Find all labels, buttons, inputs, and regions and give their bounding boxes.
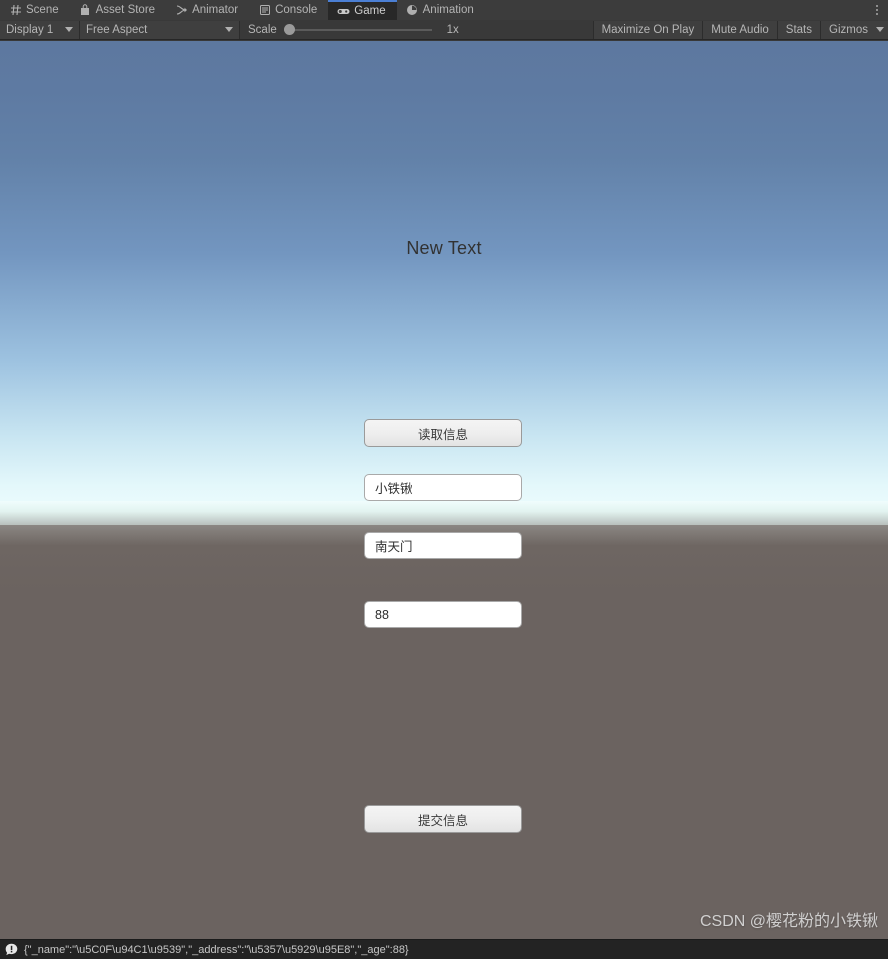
- mute-audio-label: Mute Audio: [711, 23, 769, 36]
- read-info-button-label: 读取信息: [417, 427, 468, 442]
- status-message: {"_name":"\u5C0F\u94C1\u9539","_address"…: [24, 943, 409, 956]
- horizon-haze: [0, 501, 888, 527]
- name-field-value: 小铁锹: [375, 482, 413, 496]
- tab-bar-spacer: [484, 0, 866, 20]
- aspect-ratio-select[interactable]: Free Aspect: [80, 20, 240, 39]
- watermark-text: CSDN @樱花粉的小铁锹: [699, 913, 878, 930]
- unity-game-window: Scene Asset Store Animator Console Game …: [0, 0, 888, 959]
- tab-game-label: Game: [354, 5, 386, 17]
- chevron-down-icon: [876, 27, 884, 32]
- aspect-ratio-label: Free Aspect: [86, 23, 148, 36]
- tab-animator-label: Animator: [192, 4, 239, 16]
- error-icon: [5, 943, 18, 956]
- address-field[interactable]: 南天门: [364, 532, 522, 559]
- address-field-value: 南天门: [375, 540, 413, 554]
- tab-game[interactable]: Game: [328, 0, 397, 20]
- ground-plane: [0, 525, 888, 939]
- animator-icon: [175, 4, 188, 17]
- submit-info-button[interactable]: 提交信息: [364, 805, 522, 833]
- console-icon: [258, 4, 271, 17]
- submit-info-button-label: 提交信息: [417, 813, 468, 828]
- tab-animation-label: Animation: [422, 4, 474, 16]
- tab-console[interactable]: Console: [249, 0, 329, 20]
- display-select-label: Display 1: [6, 23, 54, 36]
- status-bar[interactable]: {"_name":"\u5C0F\u94C1\u9539","_address"…: [0, 939, 888, 959]
- toolbar-right-group: Maximize On Play Mute Audio Stats Gizmos: [592, 20, 888, 39]
- tab-animator[interactable]: Animator: [166, 0, 250, 20]
- heading-text: New Text: [406, 238, 482, 258]
- gizmos-button[interactable]: Gizmos: [820, 20, 888, 39]
- display-select[interactable]: Display 1: [0, 20, 80, 39]
- tab-scene[interactable]: Scene: [0, 0, 70, 20]
- scale-slider[interactable]: [283, 23, 432, 37]
- tab-asset-store-label: Asset Store: [95, 4, 156, 16]
- scale-value: 1x: [446, 23, 459, 36]
- stats-label: Stats: [785, 23, 813, 36]
- age-field-value: 88: [375, 607, 389, 622]
- scale-label: Scale: [248, 23, 277, 36]
- grid-icon: [9, 4, 22, 17]
- mute-audio-button[interactable]: Mute Audio: [702, 20, 777, 39]
- editor-tab-bar: Scene Asset Store Animator Console Game …: [0, 0, 888, 20]
- skybox-gradient: [0, 41, 888, 525]
- tab-animation[interactable]: Animation: [396, 0, 485, 20]
- read-info-button[interactable]: 读取信息: [364, 419, 522, 447]
- scale-slider-track: [283, 28, 432, 31]
- tab-asset-store[interactable]: Asset Store: [69, 0, 167, 20]
- maximize-on-play-label: Maximize On Play: [601, 23, 695, 36]
- game-view-toolbar: Display 1 Free Aspect Scale 1x Maximize …: [0, 20, 888, 40]
- tab-scene-label: Scene: [26, 4, 59, 16]
- chevron-down-icon: [65, 27, 73, 32]
- age-field[interactable]: 88: [364, 601, 522, 628]
- game-view-canvas[interactable]: New Text 读取信息 小铁锹 南天门 88 提交信息 CSDN @樱花粉的…: [0, 41, 888, 939]
- name-field[interactable]: 小铁锹: [364, 474, 522, 501]
- clock-icon: [406, 4, 419, 17]
- stats-button[interactable]: Stats: [776, 20, 821, 39]
- bag-icon: [79, 4, 92, 17]
- scale-control: Scale 1x: [240, 23, 467, 37]
- maximize-on-play-button[interactable]: Maximize On Play: [592, 20, 703, 39]
- kebab-icon[interactable]: [866, 0, 888, 20]
- scale-slider-handle[interactable]: [283, 24, 295, 35]
- gizmos-label: Gizmos: [829, 23, 868, 36]
- tab-console-label: Console: [275, 4, 318, 16]
- chevron-down-icon: [225, 27, 233, 32]
- gamepad-icon: [337, 5, 350, 18]
